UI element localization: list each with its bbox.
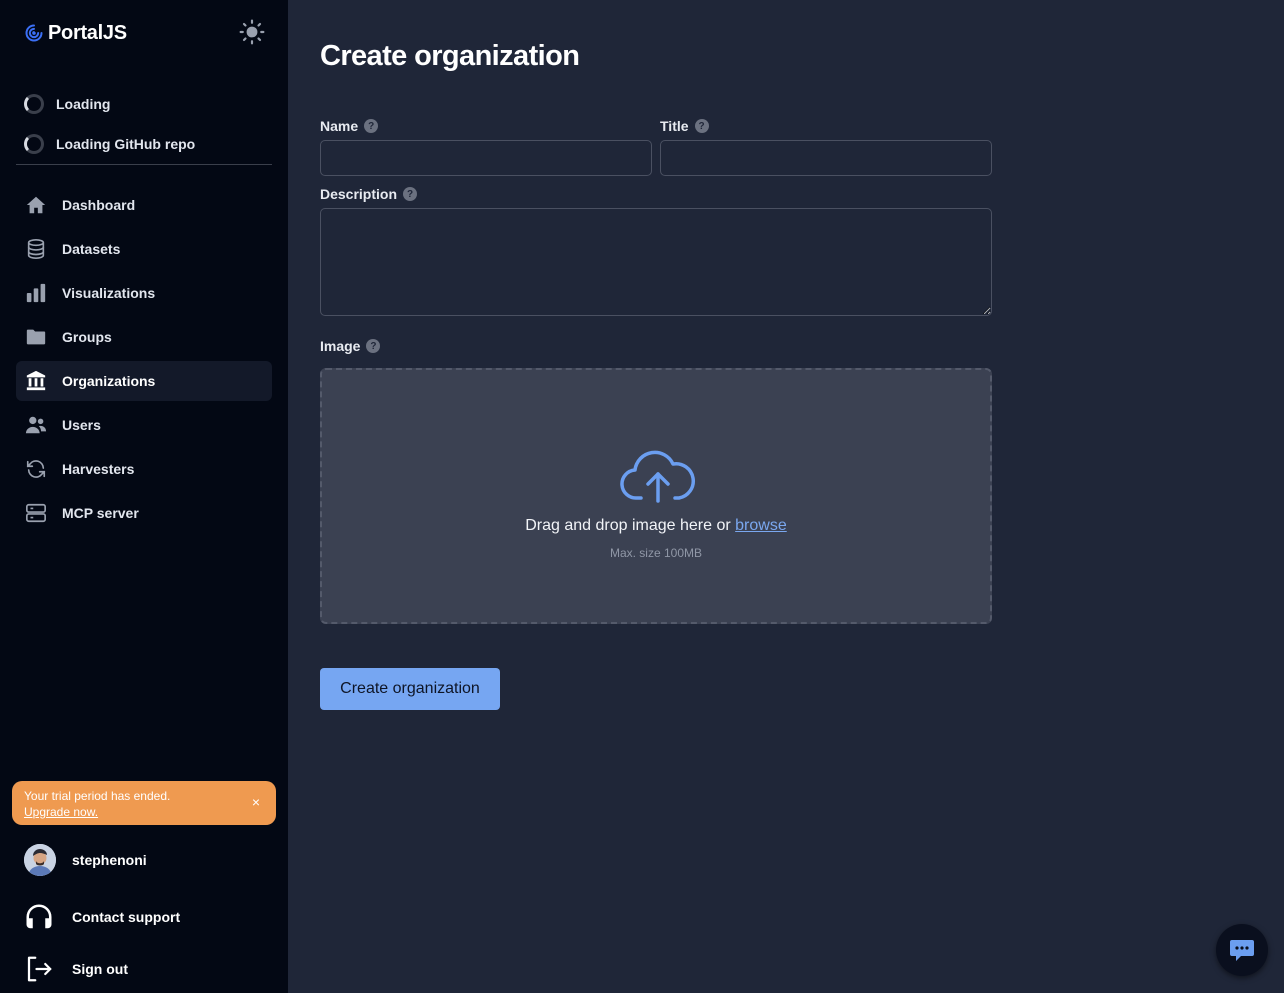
sidebar-item-organizations[interactable]: Organizations bbox=[16, 361, 272, 401]
sidebar-item-harvesters[interactable]: Harvesters bbox=[16, 449, 272, 489]
sign-out-icon bbox=[27, 956, 52, 982]
title-label-text: Title bbox=[660, 118, 689, 134]
title-label: Title ? bbox=[660, 117, 709, 135]
users-icon bbox=[24, 413, 48, 437]
cloud-upload-icon bbox=[620, 450, 696, 503]
max-size-hint: Max. size 100MB bbox=[609, 546, 703, 560]
upgrade-link[interactable]: Upgrade now. bbox=[24, 804, 264, 820]
spinner-icon bbox=[24, 94, 44, 114]
image-label: Image ? bbox=[320, 337, 381, 355]
contact-support-link[interactable]: Contact support bbox=[24, 901, 180, 933]
server-icon bbox=[24, 501, 48, 525]
user-name: stephenoni bbox=[72, 852, 147, 868]
spinner-icon bbox=[24, 134, 44, 154]
portaljs-logo-icon bbox=[25, 24, 43, 42]
sidebar-item-groups[interactable]: Groups bbox=[16, 317, 272, 357]
create-organization-button[interactable]: Create organization bbox=[320, 668, 500, 710]
main-content: Create organization Name ? Title ? Descr… bbox=[320, 0, 992, 993]
sidebar-item-visualizations[interactable]: Visualizations bbox=[16, 273, 272, 313]
home-icon bbox=[24, 193, 48, 217]
sign-out-label: Sign out bbox=[72, 961, 128, 977]
loading-label: Loading bbox=[56, 96, 111, 112]
sun-icon bbox=[239, 19, 265, 45]
sidebar-item-dashboard[interactable]: Dashboard bbox=[16, 185, 272, 225]
sidebar-item-label: Organizations bbox=[62, 373, 156, 389]
sign-out-link[interactable]: Sign out bbox=[24, 953, 128, 985]
sidebar-item-users[interactable]: Users bbox=[16, 405, 272, 445]
user-profile[interactable]: stephenoni bbox=[24, 844, 147, 876]
dropzone-text: Drag and drop image here or browse bbox=[322, 517, 990, 535]
description-label: Description ? bbox=[320, 185, 418, 203]
bank-icon bbox=[24, 369, 48, 393]
close-icon[interactable]: × bbox=[248, 794, 264, 810]
sidebar-item-label: MCP server bbox=[62, 505, 139, 521]
help-icon[interactable]: ? bbox=[366, 339, 381, 353]
chat-widget-button[interactable] bbox=[1216, 924, 1268, 976]
trial-message: Your trial period has ended. bbox=[24, 789, 171, 803]
title-input[interactable] bbox=[660, 140, 992, 176]
browse-link[interactable]: browse bbox=[735, 517, 787, 534]
sidebar-item-mcp-server[interactable]: MCP server bbox=[16, 493, 272, 533]
headset-icon bbox=[26, 904, 52, 929]
sidebar-item-label: Dashboard bbox=[62, 197, 136, 213]
contact-support-label: Contact support bbox=[72, 909, 181, 925]
image-label-text: Image bbox=[320, 338, 361, 354]
sidebar-item-datasets[interactable]: Datasets bbox=[16, 229, 272, 269]
help-icon[interactable]: ? bbox=[403, 187, 418, 201]
loading-github-label: Loading GitHub repo bbox=[56, 136, 196, 152]
brand-logo[interactable]: PortalJS bbox=[24, 20, 127, 46]
chat-bubble-icon bbox=[1230, 940, 1254, 961]
name-label: Name ? bbox=[320, 117, 379, 135]
sidebar: PortalJS Loading Loading GitHub repo Das… bbox=[0, 0, 288, 993]
loading-status: Loading bbox=[24, 94, 110, 114]
database-icon bbox=[24, 237, 48, 261]
help-icon[interactable]: ? bbox=[694, 119, 709, 133]
sidebar-item-label: Users bbox=[62, 417, 101, 433]
theme-toggle-button[interactable] bbox=[238, 18, 266, 46]
sidebar-nav: Dashboard Datasets Visualizations Groups… bbox=[16, 185, 272, 537]
sidebar-item-label: Harvesters bbox=[62, 461, 135, 477]
help-icon[interactable]: ? bbox=[364, 119, 379, 133]
sidebar-item-label: Datasets bbox=[62, 241, 121, 257]
name-label-text: Name bbox=[320, 118, 359, 134]
drop-instruction: Drag and drop image here or bbox=[525, 517, 731, 534]
name-input[interactable] bbox=[320, 140, 652, 176]
page-title: Create organization bbox=[320, 40, 580, 72]
loading-github-status: Loading GitHub repo bbox=[24, 134, 195, 154]
refresh-icon bbox=[24, 457, 48, 481]
sidebar-divider bbox=[16, 164, 272, 165]
description-label-text: Description bbox=[320, 186, 398, 202]
folder-icon bbox=[24, 325, 48, 349]
brand-name: PortalJS bbox=[48, 21, 127, 44]
image-dropzone[interactable]: Drag and drop image here or browse Max. … bbox=[320, 368, 992, 624]
sidebar-item-label: Groups bbox=[62, 329, 112, 345]
bar-chart-icon bbox=[24, 281, 48, 305]
description-textarea[interactable] bbox=[320, 208, 992, 316]
trial-banner: Your trial period has ended. Upgrade now… bbox=[12, 781, 276, 825]
sidebar-item-label: Visualizations bbox=[62, 285, 156, 301]
avatar bbox=[24, 844, 56, 876]
